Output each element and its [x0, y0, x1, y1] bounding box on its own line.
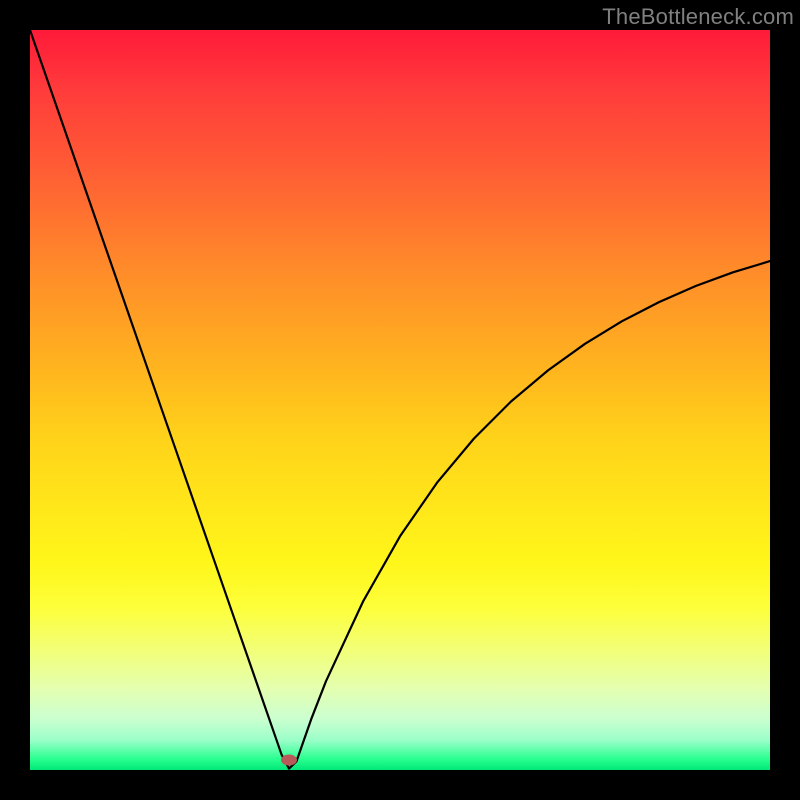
chart-plot-area: [30, 30, 770, 770]
watermark-text: TheBottleneck.com: [602, 4, 794, 30]
chart-marker: [281, 755, 297, 766]
chart-curve: [30, 30, 770, 769]
chart-svg: [30, 30, 770, 770]
